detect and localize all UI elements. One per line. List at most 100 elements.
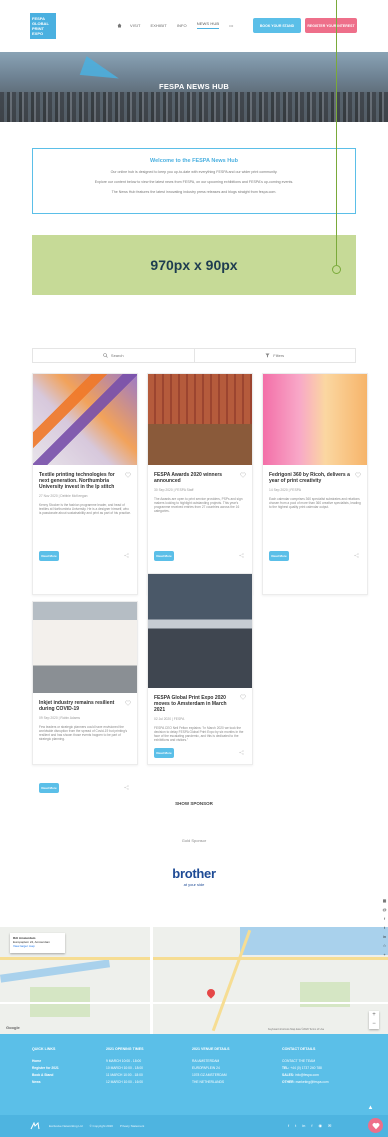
- copyright: © Copyright 2020: [89, 1124, 113, 1128]
- opening-time: 12 MARCH 10:00 - 16:00: [106, 1080, 144, 1084]
- map-road: [0, 957, 388, 960]
- footer-quick-links: QUICK LINKS Home Register for 2021 Book …: [32, 1046, 59, 1086]
- facebook-icon[interactable]: f: [288, 1123, 289, 1128]
- grid-icon[interactable]: ▦: [383, 898, 387, 903]
- book-stand-button[interactable]: BOOK YOUR STAND: [253, 18, 301, 33]
- footer-link-home[interactable]: Home: [32, 1058, 59, 1065]
- more-menu-icon[interactable]: •••: [229, 23, 233, 28]
- share-icon[interactable]: [354, 553, 359, 558]
- company-name: Exclusive Networking Ltd: [49, 1124, 83, 1128]
- privacy-link[interactable]: Privacy Statement: [120, 1124, 144, 1128]
- footer-link-book-stand[interactable]: Book A Stand: [32, 1072, 59, 1079]
- instagram-icon[interactable]: ◉: [319, 1123, 323, 1128]
- email-icon[interactable]: @: [382, 907, 386, 912]
- fespa-logo[interactable]: FESPA GLOBAL PRINT EXPO: [30, 13, 56, 39]
- share-icon[interactable]: [124, 553, 129, 558]
- mail-icon[interactable]: ✉: [328, 1123, 331, 1128]
- flickr-icon[interactable]: f: [311, 1123, 312, 1128]
- card-image[interactable]: [33, 374, 137, 465]
- card-image[interactable]: [263, 374, 367, 465]
- news-card[interactable]: Inkjet industry remains resilient during…: [32, 601, 138, 793]
- nav-visit[interactable]: VISIT: [130, 23, 141, 28]
- card-title[interactable]: FESPA Awards 2020 winners announced: [154, 472, 236, 484]
- card-image[interactable]: [33, 602, 137, 693]
- share-icon[interactable]: [124, 785, 129, 790]
- card-title[interactable]: Textile printing technologies for next g…: [39, 472, 121, 490]
- ad-banner-placeholder[interactable]: 970px x 90px: [32, 0, 356, 295]
- footer-heading: 2021 VENUE DETAILS: [192, 1047, 230, 1051]
- card-meta: 02 Jul 2020 | FESPA: [154, 717, 185, 721]
- read-more-button[interactable]: Read More: [154, 551, 174, 561]
- footer-opening-times: 2021 OPENING TIMES 9 MARCH 10:00 - 18:00…: [106, 1046, 144, 1086]
- google-logo: Google: [6, 1025, 20, 1030]
- opening-time: 11 MARCH 10:00 - 18:00: [106, 1073, 143, 1077]
- card-image[interactable]: [148, 574, 252, 688]
- plus-icon[interactable]: +: [383, 952, 385, 957]
- read-more-button[interactable]: Read More: [39, 551, 59, 561]
- news-card[interactable]: FESPA Global Print Expo 2020 moves to Am…: [147, 573, 253, 765]
- news-card[interactable]: Fedrigoni 360 by Ricoh, delivers a year …: [262, 373, 368, 595]
- map-water: [240, 927, 388, 955]
- footer-logo-icon[interactable]: [30, 1122, 40, 1130]
- twitter-icon[interactable]: t: [295, 1123, 296, 1128]
- contact-intro: CONTACT THE TEAM: [282, 1059, 316, 1063]
- read-more-button[interactable]: Read More: [269, 551, 289, 561]
- bookmark-icon[interactable]: ☆: [383, 943, 387, 948]
- map-pin-icon[interactable]: [205, 987, 217, 999]
- search-button[interactable]: Search: [33, 349, 194, 362]
- card-image[interactable]: [148, 374, 252, 465]
- heart-icon[interactable]: [125, 472, 131, 478]
- read-more-button[interactable]: Read More: [154, 748, 174, 758]
- ad-size-label: 970px x 90px: [150, 257, 238, 273]
- card-title[interactable]: Inkjet industry remains resilient during…: [39, 700, 121, 712]
- side-share-bar: ▦ @ f t in ☆ +: [381, 898, 388, 957]
- scroll-top-icon[interactable]: ▲: [367, 1105, 374, 1112]
- register-interest-button[interactable]: REGISTER YOUR INTEREST: [305, 18, 357, 33]
- hero-title: FESPA NEWS HUB: [159, 82, 229, 91]
- card-title[interactable]: FESPA Global Print Expo 2020 moves to Am…: [154, 695, 236, 713]
- share-icon[interactable]: [239, 553, 244, 558]
- welcome-text: Explore our content below to view the la…: [94, 180, 294, 184]
- filters-button[interactable]: Filters: [193, 349, 356, 362]
- nav-info[interactable]: INFO: [177, 23, 187, 28]
- view-larger-map-link[interactable]: View larger map: [13, 944, 62, 948]
- venue-map[interactable]: RAI Amsterdam Europaplein 24, Amsterdam …: [0, 927, 388, 1034]
- twitter-icon[interactable]: t: [384, 925, 385, 930]
- like-button[interactable]: [368, 1118, 383, 1133]
- sales-email[interactable]: info@fespa.com: [295, 1073, 319, 1077]
- heart-icon[interactable]: [240, 694, 246, 700]
- venue-line: THE NETHERLANDS: [192, 1080, 225, 1084]
- footer-heading: QUICK LINKS: [32, 1047, 56, 1051]
- heart-icon[interactable]: [125, 700, 131, 706]
- read-more-button[interactable]: Read More: [39, 783, 59, 793]
- other-email[interactable]: marketing@fespa.com: [296, 1080, 329, 1084]
- venue-line: 1078 GZ AMSTERDAM: [192, 1073, 227, 1077]
- linkedin-icon[interactable]: in: [302, 1123, 305, 1128]
- facebook-icon[interactable]: f: [384, 916, 385, 921]
- tel-value[interactable]: +44 (0) 1737 240 788: [290, 1066, 322, 1070]
- map-zoom-control[interactable]: + −: [369, 1011, 379, 1029]
- card-title[interactable]: Fedrigoni 360 by Ricoh, delivers a year …: [269, 472, 351, 484]
- footer-social: f t in f ◉ ✉: [288, 1123, 331, 1128]
- linkedin-icon[interactable]: in: [383, 934, 386, 939]
- home-icon[interactable]: [117, 23, 122, 28]
- brother-logo[interactable]: brother: [0, 866, 388, 881]
- footer-heading: CONTACT DETAILS: [282, 1047, 316, 1051]
- news-card[interactable]: FESPA Awards 2020 winners announced 30 S…: [147, 373, 253, 595]
- other-label: OTHER:: [282, 1080, 295, 1084]
- nav-news-hub[interactable]: NEWS HUB: [196, 21, 220, 29]
- share-icon[interactable]: [239, 750, 244, 755]
- news-card[interactable]: Textile printing technologies for next g…: [32, 373, 138, 595]
- card-description: Kenny Stocker is the fashion programme l…: [39, 503, 131, 515]
- nav-exhibit[interactable]: EXHIBIT: [151, 23, 167, 28]
- footer-link-news[interactable]: News: [32, 1079, 59, 1086]
- map-infobox: RAI Amsterdam Europaplein 24, Amsterdam …: [10, 933, 65, 953]
- search-label: Search: [110, 353, 124, 358]
- heart-icon[interactable]: [240, 472, 246, 478]
- filter-icon: [265, 353, 270, 358]
- footer-link-register[interactable]: Register for 2021: [32, 1065, 59, 1072]
- heart-icon[interactable]: [355, 472, 361, 478]
- crowd-photo: [0, 92, 388, 122]
- footer-venue: 2021 VENUE DETAILS RAI AMSTERDAM EUROPAP…: [192, 1046, 229, 1086]
- map-attribution[interactable]: Keyboard shortcuts Map data ©2020 Terms …: [268, 1028, 324, 1031]
